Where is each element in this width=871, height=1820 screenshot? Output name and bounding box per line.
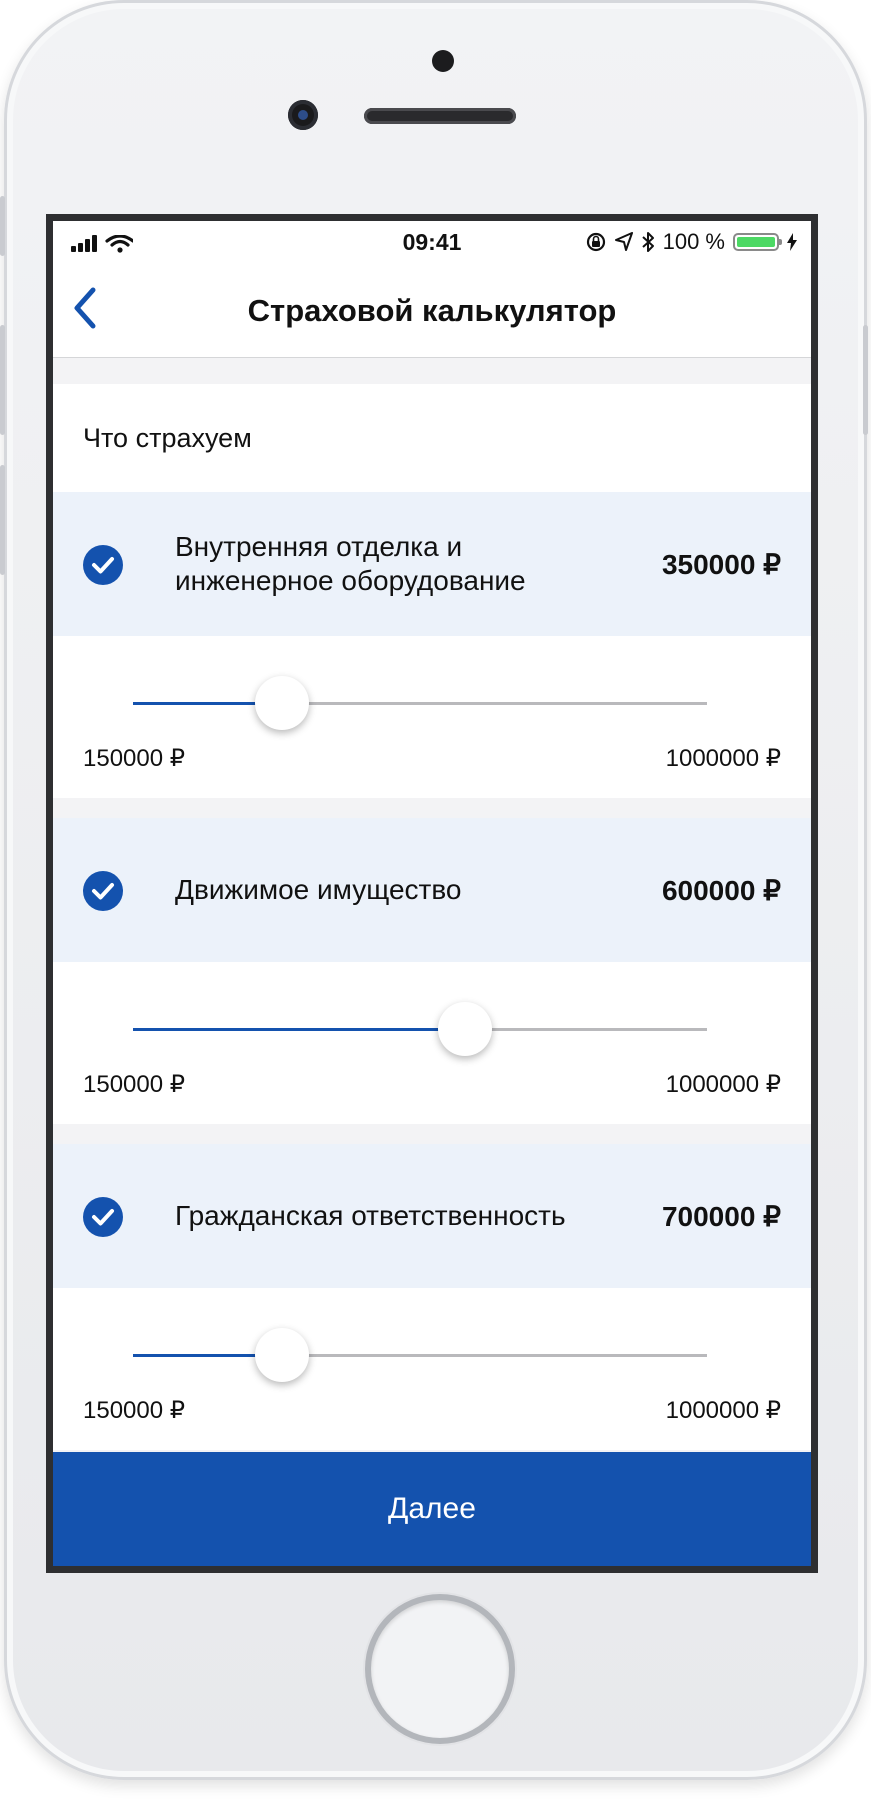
- checkbox-movable-property[interactable]: [83, 871, 123, 911]
- slider-thumb[interactable]: [254, 1328, 309, 1382]
- slider-min-label: 150000 ₽: [83, 1071, 186, 1098]
- volume-down-button: [0, 465, 5, 575]
- coverage-price: 600000 ₽: [661, 874, 781, 906]
- status-right-group: 100 %: [585, 229, 797, 255]
- coverage-item-movable-property[interactable]: Движимое имущество 600000 ₽: [53, 818, 811, 962]
- power-button: [863, 325, 868, 435]
- slider-min-label: 150000 ₽: [83, 745, 186, 772]
- location-arrow-icon: [614, 232, 633, 251]
- top-spacer: [53, 358, 811, 384]
- slider-movable-property[interactable]: 150000 ₽ 1000000 ₽: [53, 962, 811, 1124]
- page-title: Страховой калькулятор: [247, 293, 617, 328]
- slider-max-label: 1000000 ₽: [665, 1071, 781, 1098]
- charging-bolt-icon: [787, 233, 797, 251]
- checkmark-icon: [92, 1209, 114, 1226]
- coverage-title: Внутренняя отделка и инженерное оборудов…: [175, 531, 526, 596]
- navigation-bar: Страховой калькулятор: [53, 261, 811, 358]
- bluetooth-icon: [641, 232, 654, 252]
- slider-thumb[interactable]: [254, 676, 309, 730]
- home-button[interactable]: [371, 1600, 509, 1738]
- app-screen: 09:41 100 % Страховой калькулятор Что ст…: [53, 221, 811, 1566]
- slider-track[interactable]: [133, 702, 707, 705]
- slider-interior[interactable]: 150000 ₽ 1000000 ₽: [53, 636, 811, 798]
- status-bar: 09:41 100 %: [53, 221, 811, 261]
- coverage-title: Движимое имущество: [175, 874, 462, 905]
- section-divider: [53, 1124, 811, 1144]
- earpiece-speaker: [364, 108, 516, 124]
- checkmark-icon: [92, 883, 114, 900]
- calculator-content: Что страхуем Внутренняя отделка и инжене…: [53, 358, 811, 1450]
- coverage-price: 700000 ₽: [661, 1200, 781, 1232]
- slider-max-label: 1000000 ₽: [665, 745, 781, 772]
- checkmark-icon: [92, 557, 114, 574]
- coverage-item-interior[interactable]: Внутренняя отделка и инженерное оборудов…: [53, 492, 811, 636]
- volume-up-button: [0, 325, 5, 435]
- coverage-title: Гражданская ответственность: [175, 1200, 566, 1231]
- slider-track[interactable]: [133, 1354, 707, 1357]
- section-divider: [53, 798, 811, 818]
- battery-icon: [733, 233, 782, 251]
- slider-thumb[interactable]: [438, 1002, 493, 1056]
- front-camera: [288, 100, 318, 130]
- slider-min-label: 150000 ₽: [83, 1397, 186, 1424]
- coverage-price: 350000 ₽: [661, 548, 781, 580]
- coverage-item-liability[interactable]: Гражданская ответственность 700000 ₽: [53, 1144, 811, 1288]
- next-button[interactable]: Далее: [53, 1452, 811, 1566]
- slider-track[interactable]: [133, 1028, 707, 1031]
- mute-switch: [0, 196, 5, 256]
- rotation-lock-icon: [586, 232, 605, 252]
- checkbox-interior[interactable]: [83, 545, 123, 585]
- slider-fill: [133, 1028, 466, 1031]
- slider-max-label: 1000000 ₽: [665, 1397, 781, 1424]
- checkbox-liability[interactable]: [83, 1197, 123, 1237]
- slider-liability[interactable]: 150000 ₽ 1000000 ₽: [53, 1288, 811, 1450]
- battery-percent: 100 %: [662, 229, 725, 254]
- proximity-sensor: [432, 50, 454, 72]
- section-title: Что страхуем: [53, 384, 811, 492]
